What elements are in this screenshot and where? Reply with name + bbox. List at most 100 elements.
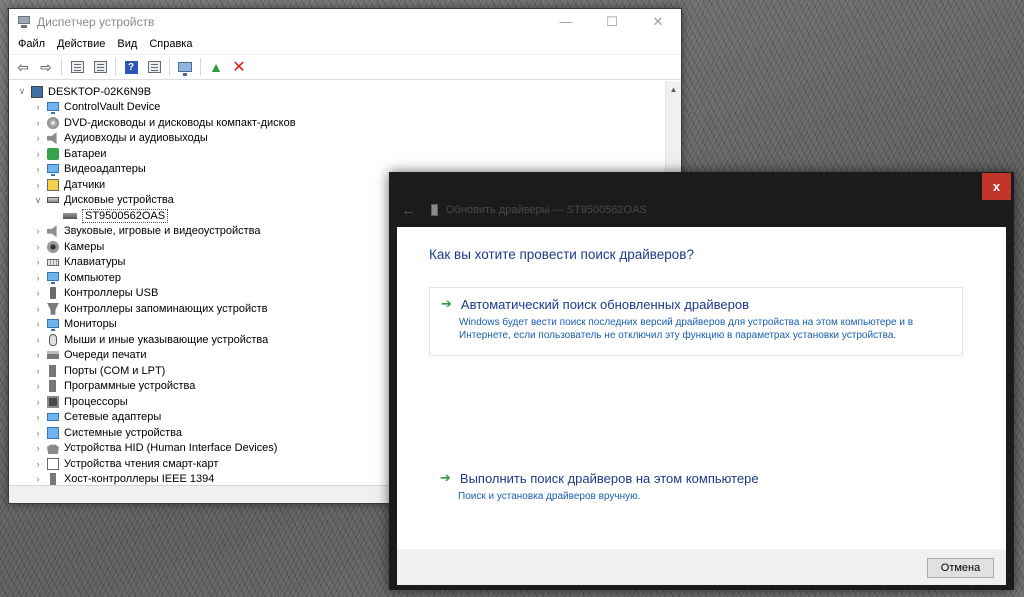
tree-item-label: Порты (COM и LPT) [64, 364, 166, 377]
mouse-icon [49, 333, 57, 346]
close-button[interactable]: ✕ [635, 9, 681, 34]
menu-action[interactable]: Действие [51, 34, 111, 54]
tree-item-label: Системные устройства [64, 426, 183, 439]
update-driver-button[interactable]: ▲ [206, 57, 226, 77]
chevron-right-icon[interactable]: › [33, 180, 43, 190]
help-button[interactable]: ? [121, 57, 141, 77]
chevron-right-icon[interactable]: › [33, 397, 43, 407]
manual-search-option[interactable]: ➔ Выполнить поиск драйверов на этом комп… [429, 462, 963, 512]
tree-root[interactable]: ∨ DESKTOP-02K6N9B [9, 84, 681, 100]
tree-item-label: Программные устройства [64, 380, 196, 393]
chevron-right-icon[interactable]: › [33, 412, 43, 422]
auto-search-option[interactable]: ➔ Автоматический поиск обновленных драйв… [429, 287, 963, 356]
chevron-right-icon[interactable]: › [33, 288, 43, 298]
chevron-right-icon[interactable]: › [33, 149, 43, 159]
tree-item-audio-io[interactable]: › Аудиовходы и аудиовыходы [9, 131, 681, 147]
menu-file[interactable]: Файл [12, 34, 51, 54]
tree-item-label: Мыши и иные указывающие устройства [64, 333, 269, 346]
chevron-right-icon[interactable]: › [33, 118, 43, 128]
chevron-right-icon[interactable]: › [33, 226, 43, 236]
tree-item-label: Контроллеры запоминающих устройств [64, 302, 268, 315]
back-button[interactable]: ⇦ [13, 57, 33, 77]
monitor-icon [47, 318, 59, 331]
toolbar-separator [200, 58, 201, 76]
disk-icon [47, 197, 59, 204]
tree-item-label: ControlVault Device [64, 101, 161, 114]
dialog-title: Обновить драйверы — ST9500562OAS [446, 204, 647, 216]
menu-help[interactable]: Справка [143, 34, 198, 54]
chevron-right-icon[interactable]: › [33, 164, 43, 174]
maximize-button[interactable]: ☐ [589, 9, 635, 34]
chevron-right-icon[interactable]: › [33, 443, 43, 453]
system-icon [47, 426, 59, 439]
chevron-right-icon[interactable]: › [33, 304, 43, 314]
arrow-right-icon: ⇨ [40, 58, 52, 75]
printer-icon [47, 351, 59, 360]
minimize-button[interactable]: — [543, 9, 589, 34]
uninstall-device-button[interactable]: ✕ [229, 57, 249, 77]
dialog-header[interactable]: x ← Обновить драйверы — ST9500562OAS [389, 172, 1014, 227]
hid-icon [47, 444, 59, 455]
uninstall-x-icon: ✕ [232, 59, 246, 76]
port-icon [49, 364, 56, 377]
dialog-close-button[interactable]: x [982, 173, 1011, 200]
auto-search-title: Автоматический поиск обновленных драйвер… [460, 296, 749, 312]
green-arrow-icon: ➔ [441, 296, 452, 311]
computer-icon [31, 85, 43, 98]
device-manager-titlebar[interactable]: Диспетчер устройств — ☐ ✕ [9, 9, 681, 34]
tree-item-label: Мониторы [64, 318, 117, 331]
tree-item-label: Датчики [64, 178, 106, 191]
chevron-right-icon[interactable]: › [33, 133, 43, 143]
chevron-right-icon[interactable]: › [33, 350, 43, 360]
device-manager-app-icon [17, 15, 31, 29]
arrow-left-icon: ⇦ [17, 58, 29, 75]
console-tree-icon [70, 61, 84, 73]
tree-item-label: ST9500562OAS [82, 208, 169, 223]
device-icon [431, 204, 438, 216]
green-arrow-icon: ➔ [440, 470, 451, 485]
chevron-right-icon[interactable]: › [33, 273, 43, 283]
chevron-down-icon[interactable]: ∨ [33, 195, 43, 206]
chevron-right-icon[interactable]: › [33, 474, 43, 484]
toolbar-separator [61, 58, 62, 76]
chevron-right-icon[interactable]: › [33, 257, 43, 267]
chevron-right-icon[interactable]: › [33, 366, 43, 376]
back-arrow-icon[interactable]: ← [401, 202, 416, 219]
tree-item-label: Батареи [64, 147, 107, 160]
toolbar-separator [115, 58, 116, 76]
chevron-right-icon[interactable]: › [33, 242, 43, 252]
tree-item-controlvault[interactable]: › ControlVault Device [9, 100, 681, 116]
dialog-heading: Как вы хотите провести поиск драйверов? [429, 247, 694, 262]
cancel-button[interactable]: Отмена [927, 558, 994, 578]
auto-search-description: Windows будет вести поиск последних верс… [459, 317, 914, 341]
keyboard-icon [47, 258, 59, 266]
action-pane-icon [147, 61, 161, 73]
scroll-up-icon[interactable]: ▲ [666, 81, 681, 97]
computer-icon [47, 272, 59, 285]
ieee1394-icon [50, 473, 56, 485]
manual-search-description: Поиск и установка драйверов вручную. [458, 491, 641, 502]
tree-item-label: Очереди печати [64, 349, 147, 362]
tree-item-label: Клавиатуры [64, 256, 126, 269]
chevron-down-icon[interactable]: ∨ [17, 86, 27, 97]
usb-icon [50, 287, 56, 300]
chevron-right-icon[interactable]: › [33, 102, 43, 112]
tree-item-label: DVD-дисководы и дисководы компакт-дисков [64, 116, 296, 129]
menu-view[interactable]: Вид [111, 34, 143, 54]
action-pane-button[interactable] [144, 57, 164, 77]
show-hide-console-tree-button[interactable] [67, 57, 87, 77]
chevron-right-icon[interactable]: › [33, 335, 43, 345]
properties-button[interactable] [90, 57, 110, 77]
chevron-right-icon[interactable]: › [33, 459, 43, 469]
display-adapter-icon [47, 163, 59, 176]
tree-item-batteries[interactable]: › Батареи [9, 146, 681, 162]
forward-button[interactable]: ⇨ [36, 57, 56, 77]
chevron-right-icon[interactable]: › [33, 381, 43, 391]
chevron-right-icon[interactable]: › [33, 428, 43, 438]
update-drivers-dialog: x ← Обновить драйверы — ST9500562OAS Как… [389, 172, 1014, 590]
software-device-icon [49, 380, 56, 393]
chevron-right-icon[interactable]: › [33, 319, 43, 329]
scan-hardware-button[interactable] [175, 57, 195, 77]
toolbar-separator [169, 58, 170, 76]
tree-item-dvd[interactable]: › DVD-дисководы и дисководы компакт-диско… [9, 115, 681, 131]
